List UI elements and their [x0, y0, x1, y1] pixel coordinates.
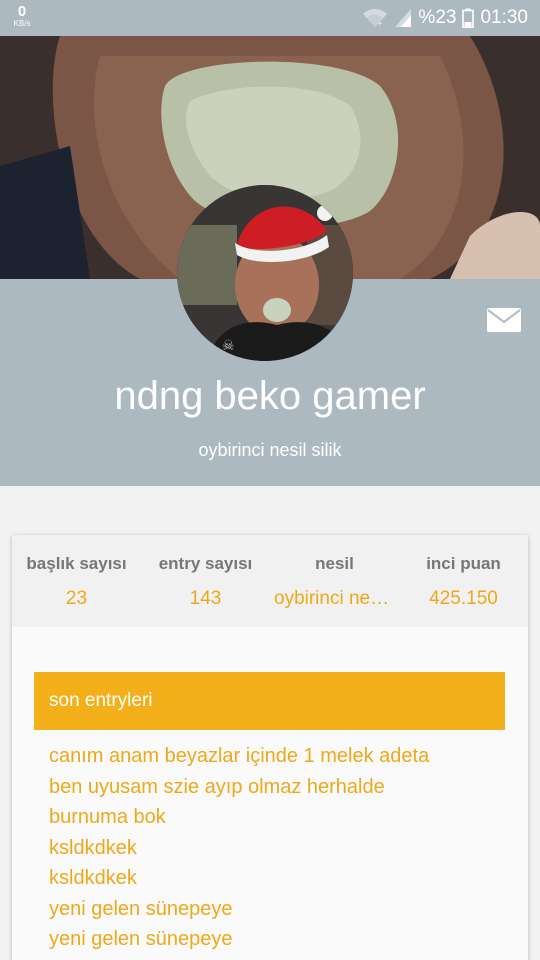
entry-link[interactable]: ksldkdkek [49, 863, 509, 894]
network-speed-value: 0 [17, 3, 27, 20]
avatar[interactable]: ☠ [177, 185, 353, 361]
network-speed-unit: KB/s [13, 19, 31, 28]
stat-entry-count[interactable]: entry sayısı 143 [141, 535, 270, 627]
recent-entries-header: son entryleri [34, 672, 505, 730]
stats-row: başlık sayısı 23 entry sayısı 143 nesil … [12, 535, 528, 627]
stat-value: oybirinci nesil silik [274, 588, 399, 609]
mail-icon[interactable] [486, 306, 522, 334]
stat-label: entry sayısı [158, 554, 253, 573]
svg-text:☠: ☠ [222, 337, 235, 353]
stat-label: inci puan [426, 554, 501, 573]
stat-inci-points[interactable]: inci puan 425.150 [399, 535, 528, 627]
username: ndng beko gamer [114, 374, 426, 418]
status-indicators: + %23 01:30 [362, 0, 528, 36]
entry-link[interactable]: ksldkdkek [49, 833, 509, 864]
clock: 01:30 [480, 7, 528, 28]
stat-value: 23 [65, 588, 88, 609]
stat-title-count[interactable]: başlık sayısı 23 [12, 535, 141, 627]
status-bar: 0 KB/s + %23 01:30 [0, 0, 540, 36]
stat-generation[interactable]: nesil oybirinci nesil silik [270, 535, 399, 627]
profile-card: başlık sayısı 23 entry sayısı 143 nesil … [12, 535, 528, 960]
svg-text:+: + [378, 21, 382, 28]
entry-link[interactable]: burnuma bok [49, 802, 509, 833]
stat-label: başlık sayısı [26, 554, 127, 573]
battery-percentage: %23 [418, 7, 457, 28]
stat-value: 425.150 [429, 588, 498, 609]
entry-link[interactable]: yeni gelen sünepeye [49, 894, 509, 925]
generation-label: oybirinci nesil silik [198, 440, 342, 460]
network-speed: 0 KB/s [8, 4, 36, 28]
stat-label: nesil [315, 554, 354, 573]
battery-icon [462, 8, 475, 28]
signal-icon [394, 8, 412, 28]
entry-link[interactable]: ben uyusam szie ayıp olmaz herhalde [49, 772, 509, 803]
wifi-icon: + [362, 8, 388, 28]
entry-link[interactable]: yeni gelen sünepeye [49, 924, 509, 955]
entry-link[interactable]: canım anam beyazlar içinde 1 melek adeta [49, 741, 509, 772]
recent-entries-list: canım anam beyazlar içinde 1 melek adeta… [49, 741, 509, 955]
stat-value: 143 [189, 588, 222, 609]
